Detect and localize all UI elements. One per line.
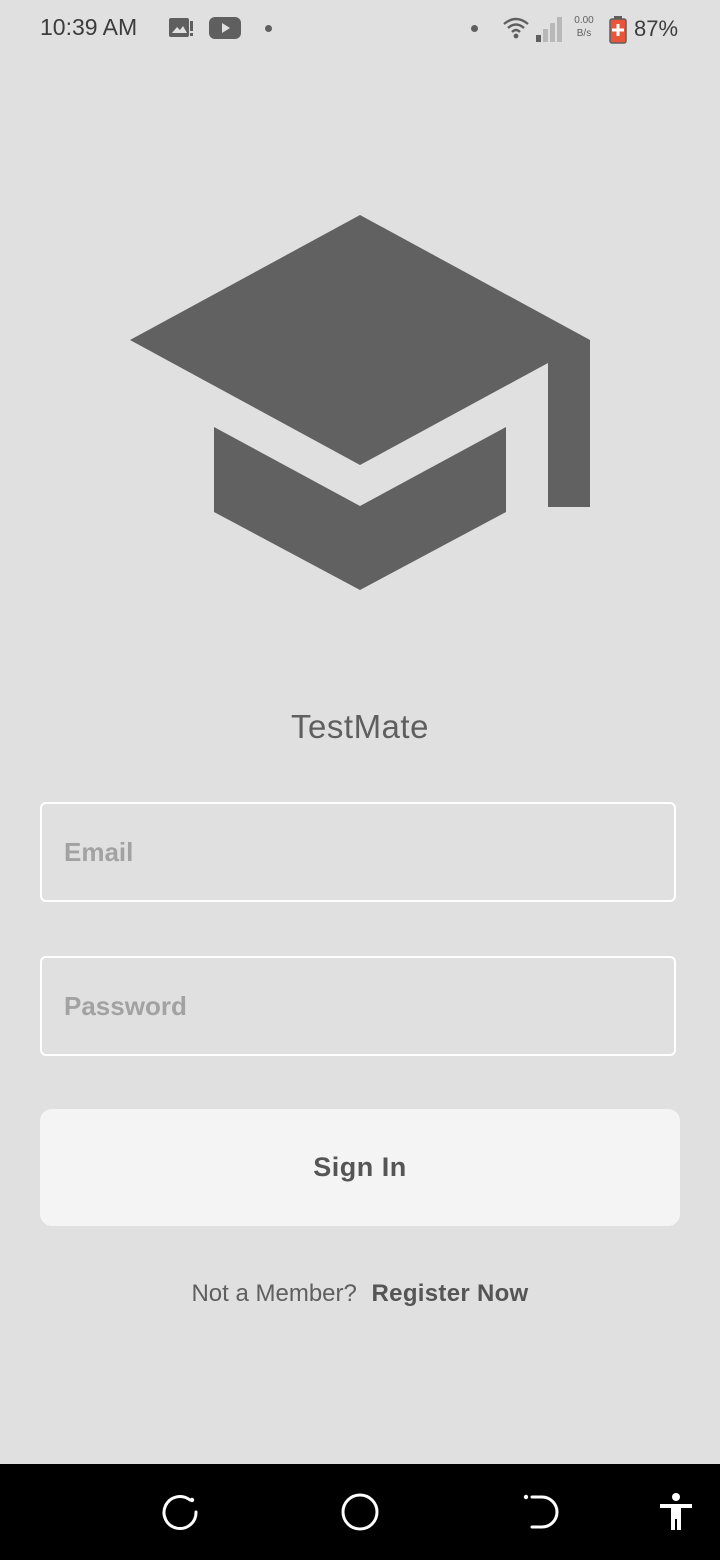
- youtube-icon: [209, 17, 241, 44]
- gallery-notification-icon: [168, 16, 194, 45]
- not-member-text: Not a Member?: [191, 1280, 357, 1307]
- battery-percent: 87%: [634, 16, 679, 41]
- status-bar: 10:39 AM 0.00 B/s 87%: [0, 0, 720, 58]
- network-speed-unit: B/s: [576, 28, 592, 39]
- signal-icon: [536, 16, 564, 47]
- register-now-link[interactable]: Register Now: [372, 1280, 529, 1307]
- register-prompt: Not a Member? Register Now: [0, 1280, 720, 1308]
- password-field[interactable]: [40, 956, 676, 1056]
- navigation-bar: [0, 1464, 720, 1560]
- status-time: 10:39 AM: [40, 14, 138, 40]
- graduation-cap-icon: [130, 215, 590, 591]
- recent-apps-icon[interactable]: [152, 1484, 208, 1540]
- notification-dot-icon: [471, 25, 478, 32]
- accessibility-icon[interactable]: [648, 1484, 704, 1540]
- email-field[interactable]: [40, 802, 676, 902]
- notification-dot-icon: [265, 25, 272, 32]
- network-speed: 0.00 B/s: [570, 14, 598, 40]
- battery-icon: [609, 16, 627, 49]
- back-icon[interactable]: [512, 1484, 568, 1540]
- wifi-icon: [502, 16, 530, 45]
- network-speed-value: 0.00: [574, 15, 594, 26]
- sign-in-button[interactable]: Sign In: [40, 1109, 680, 1226]
- app-name: TestMate: [291, 708, 429, 745]
- home-icon[interactable]: [332, 1484, 388, 1540]
